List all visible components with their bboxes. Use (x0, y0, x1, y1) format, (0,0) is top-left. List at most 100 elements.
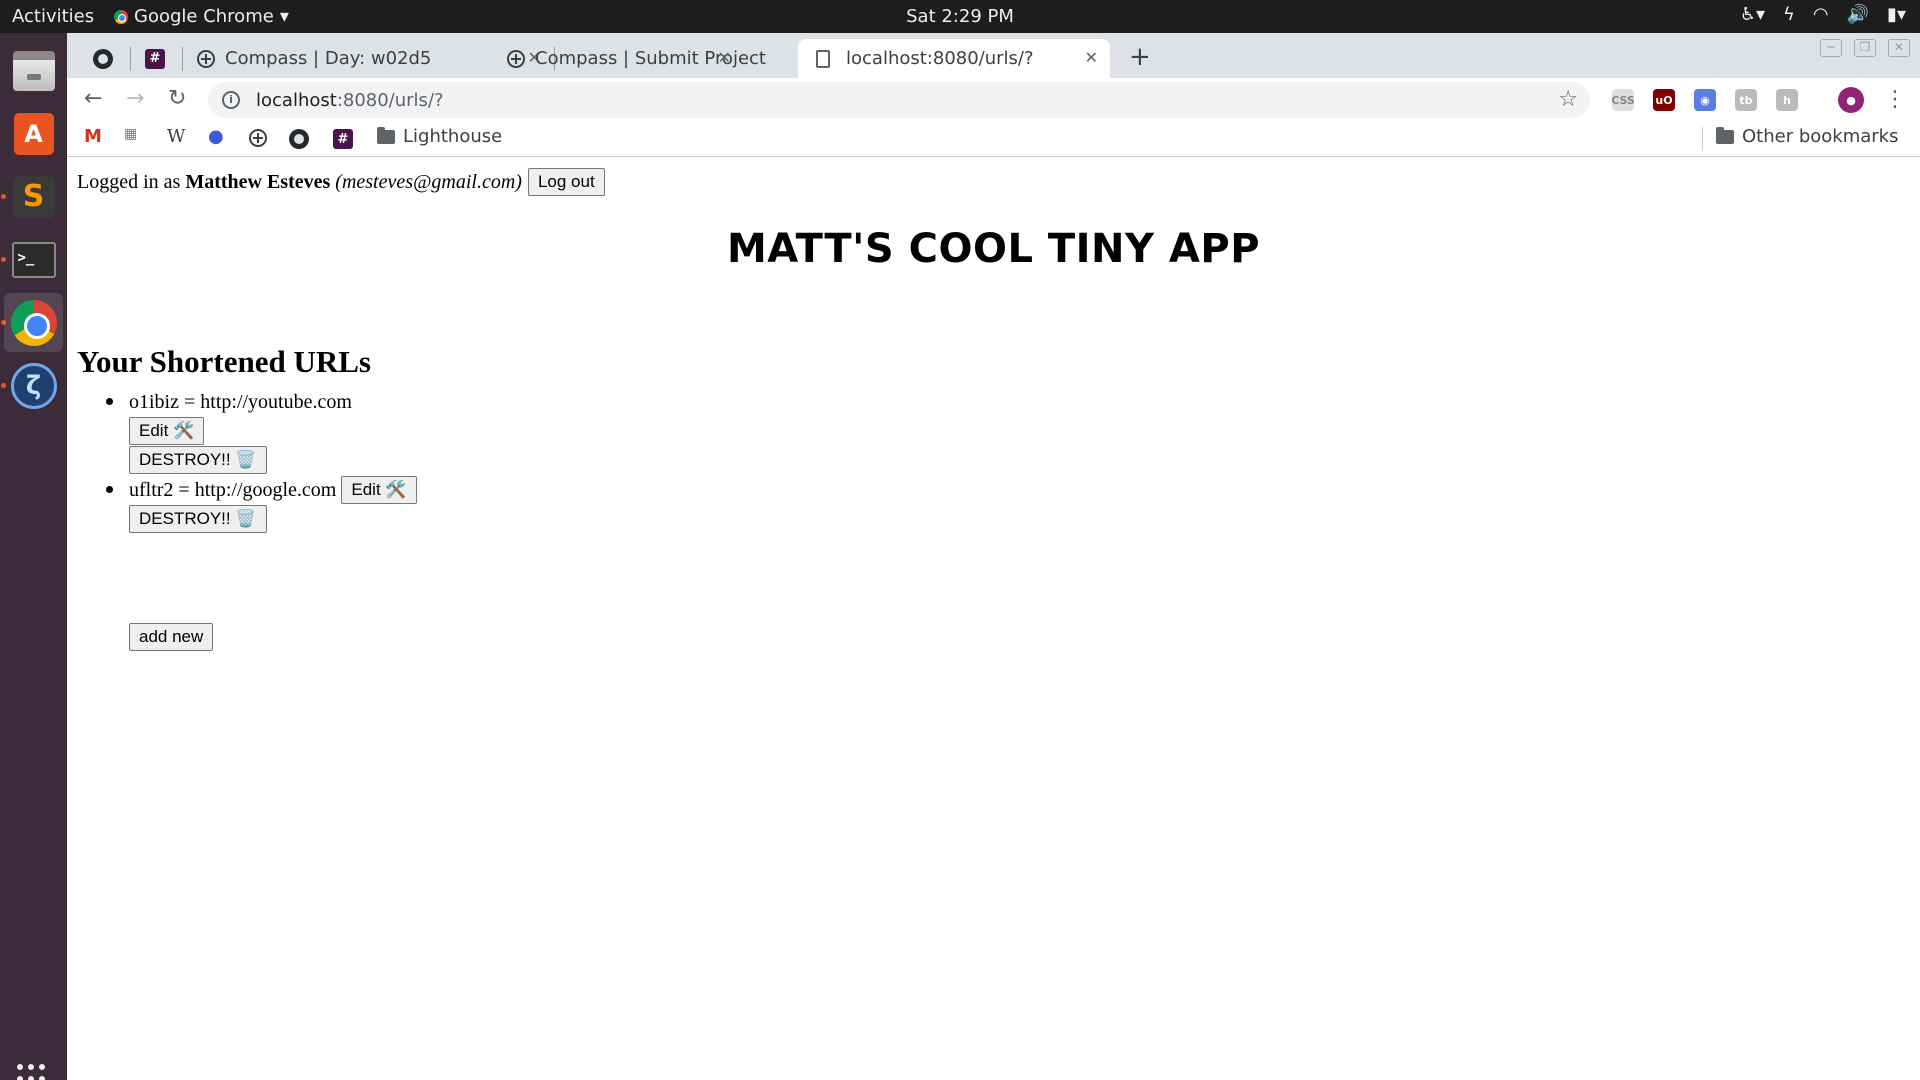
login-prefix: Logged in as (77, 170, 181, 193)
tab-compass-day[interactable]: Compass | Day: w02d5 ✕ (191, 39, 553, 78)
url-list-item: ufltr2 = http://google.com Edit 🛠️ DESTR… (106, 476, 417, 533)
tab-slack-pinned[interactable]: # (133, 39, 177, 78)
login-status: Logged in as Matthew Esteves (mesteves@g… (77, 168, 605, 196)
wifi-icon[interactable]: ◠ (1813, 4, 1829, 25)
url-host: localhost (256, 89, 337, 111)
edit-button[interactable]: Edit 🛠️ (341, 476, 417, 504)
app-menu[interactable]: Google Chrome ▾ (114, 6, 289, 27)
tab-title: Compass | Submit Project (535, 48, 766, 69)
folder-icon (377, 126, 395, 144)
restore-button[interactable]: ❐ (1854, 39, 1876, 57)
tab-separator (182, 47, 183, 71)
url-list: o1ibiz = http://youtube.com Edit 🛠️ DEST… (106, 388, 417, 535)
show-applications-icon[interactable] (17, 1064, 49, 1080)
app-title: MATT'S COOL TINY APP (726, 226, 1261, 272)
document-icon (816, 49, 830, 68)
browser-toolbar: ← → ↻ i localhost:8080/urls/? ☆ CSS uO ◉… (67, 78, 1920, 121)
other-bookmarks[interactable]: Other bookmarks (1716, 126, 1898, 147)
compass-icon (249, 129, 267, 147)
section-title: Your Shortened URLs (77, 344, 371, 379)
system-top-bar: Activities Google Chrome ▾ Sat 2:29 PM ♿… (0, 0, 1920, 33)
dock-chrome[interactable] (4, 293, 63, 352)
user-email: (mesteves@gmail.com) (335, 170, 522, 193)
h-extension-icon[interactable]: h (1776, 89, 1798, 111)
chrome-icon (10, 299, 57, 346)
tab-title: localhost:8080/urls/? (846, 48, 1034, 69)
dock-terminal[interactable]: >_ (4, 230, 63, 289)
tab-localhost[interactable]: localhost:8080/urls/? ✕ (798, 39, 1110, 78)
page-content: Logged in as Matthew Esteves (mesteves@g… (67, 158, 1920, 1080)
site-info-icon[interactable]: i (222, 91, 240, 109)
dock-software[interactable]: A (4, 104, 63, 163)
destroy-button[interactable]: DESTROY!! 🗑️ (129, 446, 267, 474)
clock[interactable]: Sat 2:29 PM (906, 6, 1014, 27)
zeal-icon: ζ (10, 362, 57, 409)
calendar-bookmark-icon[interactable]: ▦ (124, 126, 137, 142)
bookmark-star-icon[interactable]: ☆ (1558, 87, 1578, 112)
zeal-tray-icon[interactable]: ϟ (1783, 4, 1795, 25)
activities-button[interactable]: Activities (12, 6, 94, 27)
address-bar[interactable]: i localhost:8080/urls/? ☆ (208, 82, 1590, 118)
compass-icon (197, 49, 215, 68)
edit-button[interactable]: Edit 🛠️ (129, 417, 205, 445)
battery-icon[interactable]: ▮▾ (1887, 4, 1906, 25)
wikipedia-bookmark-icon[interactable]: W (167, 126, 186, 147)
chrome-icon (114, 9, 128, 24)
blue-app-bookmark-icon[interactable]: ● (208, 126, 224, 147)
terminal-icon: >_ (11, 241, 56, 278)
close-window-button[interactable]: ✕ (1888, 39, 1910, 57)
compass-icon (507, 49, 525, 68)
close-tab-icon[interactable]: ✕ (718, 48, 731, 67)
minimize-button[interactable]: ─ (1820, 39, 1842, 57)
compass-bookmark[interactable] (249, 129, 267, 147)
tab-title: Compass | Day: w02d5 (225, 48, 432, 69)
close-tab-icon[interactable]: ✕ (1085, 48, 1098, 67)
url-mapping: o1ibiz = http://youtube.com (129, 390, 352, 413)
forward-button[interactable]: → (126, 86, 144, 111)
folder-icon (1716, 126, 1734, 144)
github-bookmark[interactable] (289, 129, 309, 149)
dock-sublime[interactable]: S (4, 167, 63, 226)
camera-extension-icon[interactable]: ◉ (1694, 89, 1716, 111)
tb-extension-icon[interactable]: tb (1735, 89, 1757, 111)
bookmark-label: Lighthouse (403, 126, 503, 147)
add-new-button[interactable]: add new (129, 623, 214, 651)
dock-zeal[interactable]: ζ (4, 356, 63, 415)
slack-icon: # (145, 48, 165, 69)
other-bookmarks-label: Other bookmarks (1742, 126, 1899, 147)
github-icon (93, 48, 113, 69)
tab-strip: # Compass | Day: w02d5 ✕ Compass | Submi… (67, 33, 1920, 78)
new-tab-button[interactable]: + (1129, 42, 1151, 72)
slack-bookmark[interactable]: # (333, 129, 353, 149)
css-extension-icon[interactable]: CSS (1611, 89, 1635, 111)
gmail-bookmark-icon[interactable]: M (84, 126, 102, 147)
bookmark-separator (1702, 127, 1703, 151)
browser-window: # Compass | Day: w02d5 ✕ Compass | Submi… (67, 33, 1920, 1080)
dock-files[interactable] (4, 41, 63, 100)
bookmark-folder-lighthouse[interactable]: Lighthouse (377, 126, 502, 147)
sublime-text-icon: S (12, 175, 55, 218)
profile-avatar[interactable]: ● (1838, 87, 1864, 113)
user-name: Matthew Esteves (185, 170, 331, 193)
accessibility-icon[interactable]: ♿▾ (1740, 4, 1765, 25)
destroy-button[interactable]: DESTROY!! 🗑️ (129, 505, 267, 533)
bookmarks-bar: M ▦ W ● # Lighthouse Other bookmarks (67, 121, 1920, 157)
url-path: :8080/urls/? (336, 89, 444, 111)
slack-icon: # (333, 129, 353, 149)
url-list-item: o1ibiz = http://youtube.com Edit 🛠️ DEST… (106, 388, 417, 474)
ublock-icon[interactable]: uO (1653, 89, 1675, 111)
app-menu-label: Google Chrome (134, 6, 274, 27)
url-mapping: ufltr2 = http://google.com (129, 478, 337, 501)
system-tray[interactable]: ♿▾ ϟ ◠ 🔊 ▮▾ (1740, 4, 1906, 25)
caret-down-icon: ▾ (279, 6, 289, 27)
menu-kebab-icon[interactable]: ⋮ (1884, 87, 1906, 112)
back-button[interactable]: ← (84, 86, 102, 111)
reload-button[interactable]: ↻ (168, 86, 186, 111)
software-store-icon: A (13, 112, 54, 155)
tab-github-pinned[interactable] (81, 39, 125, 78)
dock: A S >_ ζ (0, 33, 67, 1080)
logout-button[interactable]: Log out (527, 168, 605, 196)
tab-separator (130, 47, 131, 71)
github-icon (289, 129, 309, 149)
volume-icon[interactable]: 🔊 (1847, 4, 1869, 25)
